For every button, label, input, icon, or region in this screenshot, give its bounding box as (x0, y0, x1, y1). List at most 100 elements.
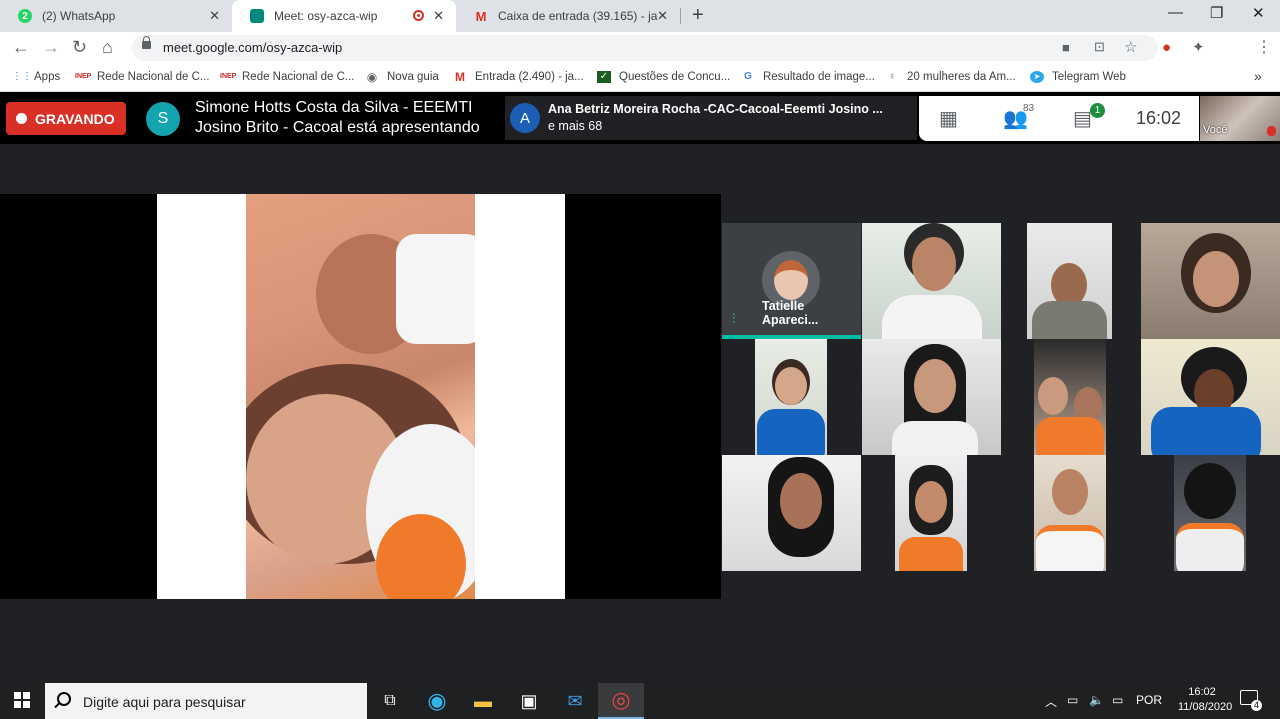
translate-icon[interactable]: ⊡ (1094, 39, 1105, 55)
extensions-icon[interactable]: ✦ (1192, 38, 1205, 56)
reload-icon[interactable]: ↻ (72, 37, 87, 58)
close-icon[interactable]: ✕ (433, 8, 444, 24)
clock-time: 16:02 (1188, 686, 1216, 698)
search-placeholder: Digite aqui para pesquisar (83, 694, 246, 710)
star-icon[interactable]: ☆ (1124, 38, 1137, 56)
pin-icon: ♁ (888, 71, 896, 82)
close-icon[interactable]: ✕ (209, 8, 220, 24)
file-explorer-icon[interactable]: ▬ (460, 683, 506, 719)
speaking-icon: ⫶ (732, 311, 736, 326)
participant-video (1036, 525, 1104, 571)
bookmarks-more-button[interactable]: » (1254, 68, 1262, 84)
participant-tile[interactable] (1141, 223, 1280, 339)
participant-tile[interactable] (1141, 339, 1280, 455)
meet-window: GRAVANDO S Simone Hotts Costa da Silva -… (0, 92, 1280, 681)
home-icon[interactable]: ⌂ (102, 37, 113, 58)
participant-tile[interactable] (895, 455, 967, 571)
bookmark-item[interactable]: ◉ Nova guia (365, 71, 439, 83)
participant-video (1151, 407, 1261, 455)
task-view-icon[interactable]: ⧉ (367, 683, 413, 719)
edge-icon[interactable]: ◉ (414, 683, 460, 719)
bookmark-label: Rede Nacional de C... (242, 71, 355, 83)
chrome-icon[interactable]: ◎ (598, 683, 644, 719)
chat-badge: 1 (1090, 103, 1105, 118)
participant-tile[interactable] (862, 223, 1001, 339)
back-icon[interactable]: ← (12, 37, 30, 58)
speaker-text: Ana Betriz Moreira Rocha -CAC-Cacoal-Eee… (548, 101, 908, 135)
mail-icon[interactable]: ✉ (552, 683, 598, 719)
language-indicator[interactable]: POR (1136, 693, 1162, 707)
tab-gmail[interactable]: M Caixa de entrada (39.165) - janem ✕ (456, 0, 680, 32)
browser-tab-strip: 2 (2) WhatsApp ✕ Meet: osy-azca-wip ✕ M … (0, 0, 1280, 32)
participant-tile[interactable] (862, 339, 1001, 455)
meet-icon (250, 9, 264, 23)
participant-video (1036, 417, 1104, 455)
new-tab-button[interactable]: + (692, 4, 704, 27)
bookmark-item[interactable]: G Resultado de image... (741, 71, 875, 83)
self-label: Você (1203, 124, 1228, 136)
tab-whatsapp[interactable]: 2 (2) WhatsApp ✕ (0, 0, 232, 32)
participant-tile[interactable]: ⫶ Tatielle Apareci... (722, 223, 861, 339)
participant-video (1184, 463, 1236, 519)
lock-icon (142, 36, 151, 49)
gmail-icon: M (475, 8, 487, 24)
bookmark-label: Telegram Web (1052, 71, 1126, 83)
recording-badge[interactable]: GRAVANDO (6, 102, 126, 135)
participant-video (892, 421, 978, 455)
participant-tile[interactable] (722, 455, 861, 571)
search-icon (57, 692, 71, 706)
participant-video (899, 537, 963, 571)
taskbar-search-input[interactable]: Digite aqui para pesquisar (45, 683, 367, 719)
bookmark-item[interactable]: ➤ Telegram Web (1030, 71, 1126, 83)
battery-icon[interactable]: ▭ (1067, 693, 1078, 707)
volume-icon[interactable]: 🔈 (1089, 693, 1104, 707)
camera-icon[interactable]: ■ (1062, 40, 1070, 55)
restore-icon[interactable]: ❐ (1210, 4, 1223, 22)
tab-meet[interactable]: Meet: osy-azca-wip ✕ (232, 0, 456, 32)
store-icon[interactable]: ▣ (506, 683, 552, 719)
bookmark-item[interactable]: INEP Rede Nacional de C... (75, 71, 210, 83)
bookmark-apps[interactable]: ⋮⋮ Apps (12, 71, 60, 83)
layout-grid-icon[interactable]: ▦ (939, 106, 958, 131)
bookmark-item[interactable]: INEP Rede Nacional de C... (220, 71, 355, 83)
presented-slide (157, 194, 565, 599)
participant-tile[interactable] (1034, 339, 1106, 455)
close-window-icon[interactable]: ✕ (1252, 4, 1265, 22)
bookmark-item[interactable]: ♁ 20 mulheres da Am... (885, 71, 1015, 83)
browser-toolbar: ← → ↻ ⌂ meet.google.com/osy-azca-wip ■ ⊡… (0, 32, 1280, 90)
network-icon[interactable]: ▭ (1112, 693, 1123, 707)
tab-title: (2) WhatsApp (42, 9, 116, 23)
taskbar-clock[interactable]: 16:02 11/08/2020 (1178, 685, 1233, 715)
participant-tile[interactable] (755, 339, 827, 455)
minimize-icon[interactable]: — (1168, 4, 1183, 21)
participant-video (757, 409, 825, 455)
url-text: meet.google.com/osy-azca-wip (163, 40, 343, 55)
self-view-tile[interactable]: Você (1200, 96, 1280, 141)
speaker-more: e mais 68 (548, 119, 603, 133)
opera-extension-icon[interactable]: ● (1162, 39, 1171, 56)
chevron-up-icon[interactable]: ︿ (1045, 693, 1057, 710)
speaker-name: Ana Betriz Moreira Rocha -CAC-Cacoal-Eee… (548, 102, 883, 116)
bookmark-label: Apps (34, 71, 61, 83)
bookmark-label: Nova guia (387, 71, 439, 83)
participant-tile[interactable] (1034, 455, 1106, 571)
close-icon[interactable]: ✕ (657, 8, 668, 24)
check-icon: ✓ (597, 71, 611, 83)
active-speaker-box[interactable]: A Ana Betriz Moreira Rocha -CAC-Cacoal-E… (505, 96, 917, 140)
windows-start-icon[interactable] (14, 692, 30, 708)
bookmark-label: Entrada (2.490) - ja... (475, 71, 584, 83)
participant-tile[interactable] (1174, 455, 1246, 571)
bookmark-item[interactable]: ✓ Questões de Concu... (597, 71, 730, 83)
participant-tile[interactable] (1027, 223, 1112, 339)
menu-icon[interactable]: ⋮ (1256, 37, 1272, 57)
participant-video (915, 481, 947, 523)
forward-icon[interactable]: → (42, 37, 60, 58)
participant-video (1032, 301, 1107, 339)
inep-icon: INEP (220, 73, 237, 80)
bookmark-item[interactable]: M Entrada (2.490) - ja... (453, 71, 584, 83)
presentation-view[interactable] (0, 194, 721, 599)
tab-separator (680, 8, 681, 24)
mic-muted-icon (1267, 126, 1276, 136)
clock-date: 11/08/2020 (1178, 701, 1233, 713)
address-bar[interactable]: meet.google.com/osy-azca-wip ■ ⊡ ☆ (132, 35, 1158, 61)
